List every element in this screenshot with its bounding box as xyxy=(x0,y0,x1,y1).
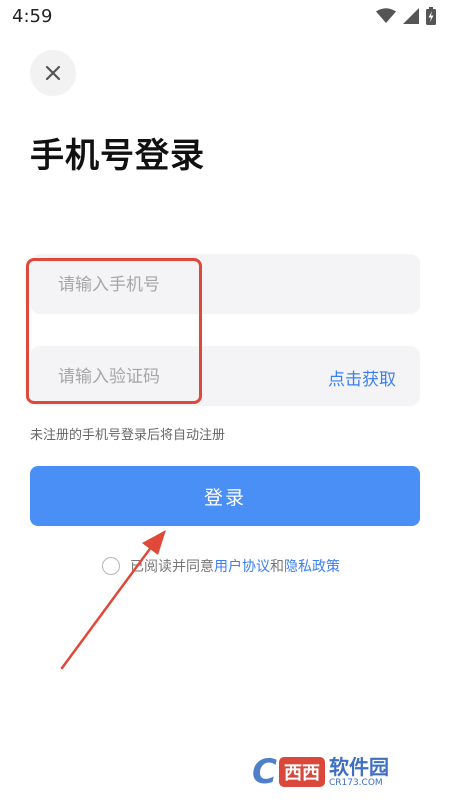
agreement-and: 和 xyxy=(270,559,284,575)
status-time: 4:59 xyxy=(12,6,53,27)
annotation-highlight-box xyxy=(26,258,202,404)
privacy-policy-link[interactable]: 隐私政策 xyxy=(284,556,340,576)
wifi-icon xyxy=(376,8,396,23)
auto-register-hint: 未注册的手机号登录后将自动注册 xyxy=(30,428,226,443)
signal-icon xyxy=(403,8,419,24)
battery-charging-icon xyxy=(426,7,436,25)
watermark-logo: C 西西 软件园 CR173.COM xyxy=(252,752,432,792)
close-icon xyxy=(45,65,61,81)
status-bar: 4:59 xyxy=(0,0,450,34)
user-agreement-link[interactable]: 用户协议 xyxy=(214,556,270,576)
watermark-c-mark: C xyxy=(252,752,277,792)
watermark-brand: 西西 xyxy=(278,757,325,787)
page-title: 手机号登录 xyxy=(30,136,205,176)
close-button[interactable] xyxy=(30,50,76,96)
agreement-prefix: 已阅读并同意 xyxy=(130,559,214,575)
agreement-row: 已阅读并同意 用户协议 和 隐私政策 xyxy=(102,556,340,576)
login-button[interactable]: 登录 xyxy=(30,466,420,526)
watermark-url: CR173.COM xyxy=(328,777,383,788)
status-icons xyxy=(376,7,436,25)
agreement-checkbox[interactable] xyxy=(102,557,120,575)
watermark-name: 软件园 xyxy=(328,754,389,779)
get-code-button[interactable]: 点击获取 xyxy=(328,365,396,390)
